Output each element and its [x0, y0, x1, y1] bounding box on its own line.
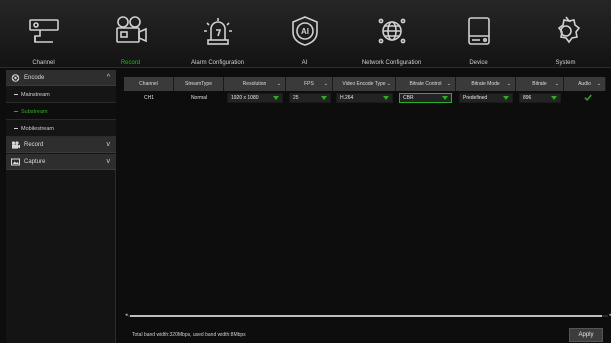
apply-button[interactable]: Apply	[569, 328, 603, 342]
chevron-down-icon: ⌄	[596, 81, 601, 87]
video-camera-icon	[114, 14, 148, 48]
sidebar-item-mainstream[interactable]: Mainstream	[6, 86, 116, 103]
column-header-fps[interactable]: FPS ⌄	[286, 77, 333, 91]
column-header-streamtype: StreamType	[174, 77, 224, 91]
chevron-down-icon: ⌄	[323, 81, 328, 87]
chevron-up-icon: ^	[106, 74, 110, 81]
camera-icon	[27, 14, 61, 48]
dash-icon	[14, 111, 18, 112]
bandwidth-status: Total band width:320Mbps, used band widt…	[132, 332, 246, 338]
dash-icon	[14, 128, 18, 129]
bitrate-control-select[interactable]: CBR	[399, 93, 452, 103]
sidebar-item-substream[interactable]: Substream	[6, 103, 116, 120]
capture-icon	[11, 158, 20, 166]
chevron-down-icon: ⌄	[506, 81, 511, 87]
audio-checkbox[interactable]	[584, 94, 592, 101]
nav-tab-network-configuration[interactable]: Network Configuration	[348, 0, 435, 68]
sidebar-group-capture[interactable]: Capture v	[6, 154, 116, 170]
nav-label: Network Configuration	[361, 60, 422, 66]
dash-icon	[14, 94, 18, 95]
column-header-channel: Channel	[124, 77, 174, 91]
sidebar-group-record[interactable]: Record v	[6, 137, 116, 153]
nav-tab-system[interactable]: System	[522, 0, 609, 68]
chevron-down-icon: v	[106, 141, 111, 148]
column-header-audio[interactable]: Audio ⌄	[564, 77, 606, 91]
dropdown-arrow-icon	[383, 96, 389, 100]
chevron-down-icon: ⌄	[554, 81, 559, 87]
encode-settings-panel: Channel StreamType Resolution ⌄ FPS ⌄ Vide…	[118, 70, 611, 343]
nav-label: Device	[469, 60, 488, 66]
sidebar-item-mobilestream[interactable]: Mobilestream	[6, 120, 116, 137]
nav-label: System	[555, 60, 576, 66]
hdd-icon	[462, 14, 496, 48]
gear-icon	[549, 14, 583, 48]
nav-tab-record[interactable]: Record	[87, 0, 174, 68]
sidebar-group-label: Capture	[24, 159, 46, 165]
ai-icon: AI	[288, 14, 322, 48]
nav-tab-device[interactable]: Device	[435, 0, 522, 68]
video-encode-type-select[interactable]: H.264	[336, 93, 393, 103]
alarm-icon	[201, 14, 235, 48]
dropdown-arrow-icon	[321, 96, 327, 100]
sidebar-item-label: Substream	[21, 109, 48, 115]
scrollbar-thumb[interactable]	[130, 315, 602, 317]
bitrate-mode-select[interactable]: Predefined	[459, 93, 513, 103]
sidebar-item-label: Mainstream	[21, 92, 50, 98]
column-header-resolution[interactable]: Resolution ⌄	[224, 77, 286, 91]
sidebar-group-label: Encode	[24, 75, 45, 81]
chevron-down-icon: ⌄	[446, 81, 451, 87]
column-header-bitrate-control[interactable]: Bitrate Control ⌄	[396, 77, 456, 91]
sidebar-group-encode[interactable]: Encode ^	[6, 70, 116, 86]
nav-tab-channel[interactable]: Channel	[0, 0, 87, 68]
sidebar-group-label: Record	[24, 142, 44, 148]
bitrate-select[interactable]: 896	[519, 93, 561, 103]
record-icon	[11, 141, 20, 149]
fps-select[interactable]: 25	[289, 93, 331, 103]
encode-icon	[11, 74, 20, 82]
column-header-bitrate-mode[interactable]: Bitrate Mode ⌄	[456, 77, 516, 91]
chevron-down-icon: ⌄	[386, 81, 391, 87]
dropdown-arrow-icon	[551, 96, 557, 100]
resolution-select[interactable]: 1920 x 1080	[227, 93, 283, 103]
nav-label: AI	[301, 60, 308, 66]
nav-tab-ai[interactable]: AI AI	[261, 0, 348, 68]
stream-type-cell: Normal	[190, 95, 208, 101]
sidebar-item-label: Mobilestream	[21, 126, 55, 132]
dropdown-arrow-icon	[273, 96, 279, 100]
chevron-down-icon: ⌄	[276, 81, 281, 87]
svg-text:AI: AI	[301, 27, 309, 36]
channel-cell: CH1	[143, 95, 154, 101]
sidebar: Encode ^ Mainstream Substream Mobilestre…	[6, 70, 116, 343]
dropdown-arrow-icon	[503, 96, 509, 100]
top-navigation-bar: Channel Record Alarm Configuration AI AI…	[0, 0, 611, 68]
chevron-down-icon: v	[106, 158, 111, 165]
nav-label: Alarm Configuration	[190, 60, 245, 66]
globe-icon	[375, 14, 409, 48]
dropdown-arrow-icon	[442, 96, 448, 100]
nav-label: Record	[120, 60, 141, 66]
nav-label: Channel	[32, 60, 55, 66]
horizontal-scrollbar[interactable]: ◂ ▸	[125, 312, 611, 318]
scroll-left-icon[interactable]: ◂	[125, 312, 128, 318]
column-header-bitrate[interactable]: Bitrate ⌄	[516, 77, 564, 91]
column-header-video-encode-type[interactable]: Video Encode Type ⌄	[333, 77, 396, 91]
nav-tab-alarm-configuration[interactable]: Alarm Configuration	[174, 0, 261, 68]
